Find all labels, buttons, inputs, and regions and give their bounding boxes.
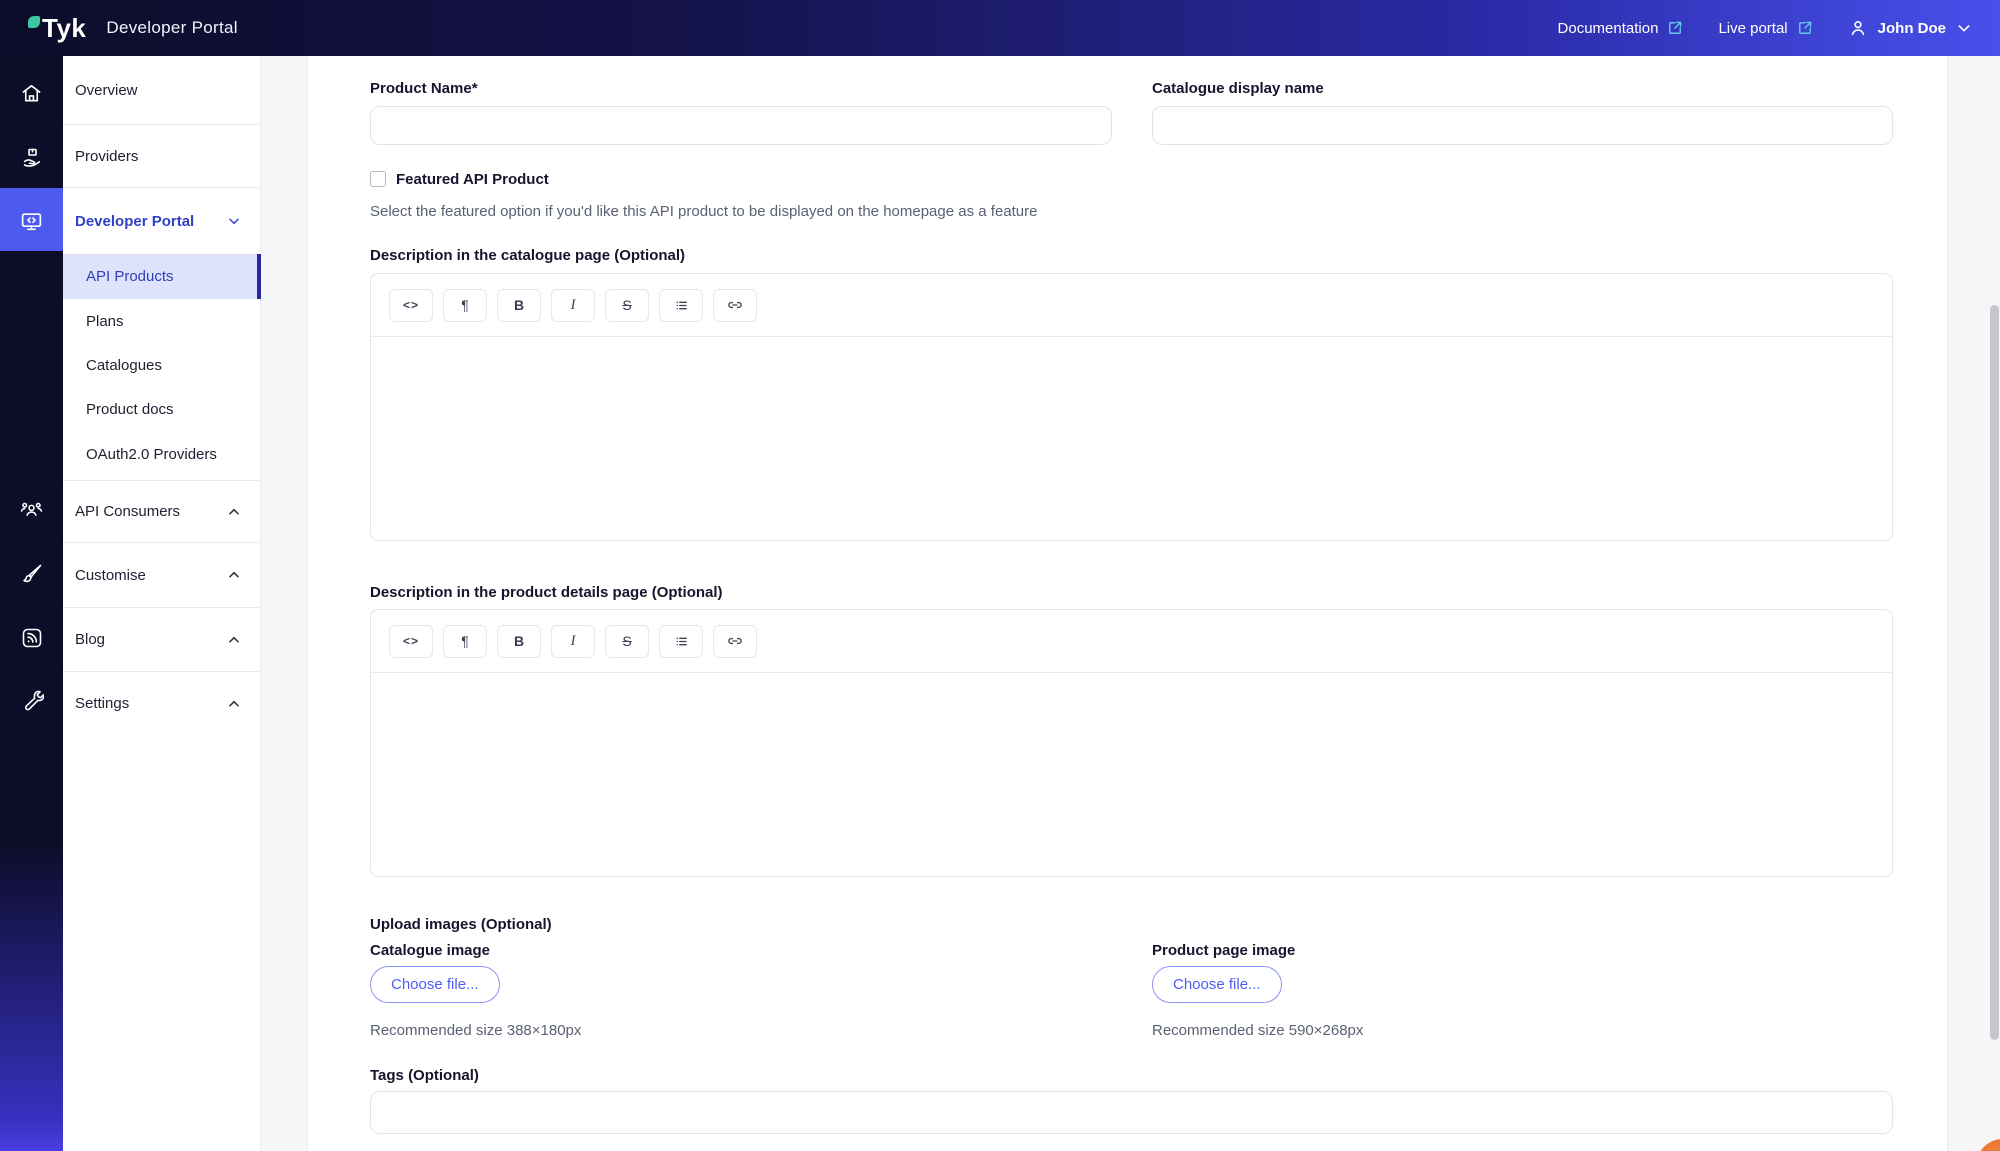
sidebar-item-blog[interactable]: Blog xyxy=(63,608,261,671)
strikethrough-icon[interactable]: S xyxy=(605,289,649,322)
paragraph-icon[interactable]: ¶ xyxy=(443,625,487,658)
sidebar-item-plans[interactable]: Plans xyxy=(63,299,261,344)
chevron-down-icon xyxy=(227,214,241,228)
sidebar-item-customise[interactable]: Customise xyxy=(63,543,261,607)
link-icon[interactable] xyxy=(713,289,757,322)
tags-label: Tags (Optional) xyxy=(370,1067,479,1084)
brand-name: Tyk xyxy=(42,13,86,44)
live-portal-link[interactable]: Live portal xyxy=(1718,19,1813,37)
code-icon[interactable]: <> xyxy=(389,625,433,658)
details-description-editor: <> ¶ B I S xyxy=(370,609,1893,877)
sidebar-item-api-products[interactable]: API Products xyxy=(63,254,261,299)
sidebar-item-overview[interactable]: Overview xyxy=(63,56,261,124)
product-page-image-label: Product page image xyxy=(1152,942,1295,959)
paragraph-icon[interactable]: ¶ xyxy=(443,289,487,322)
catalogue-image-hint: Recommended size 388×180px xyxy=(370,1022,581,1039)
live-portal-label: Live portal xyxy=(1718,20,1787,37)
sidebar-item-label: Blog xyxy=(75,631,105,648)
featured-help-text: Select the featured option if you'd like… xyxy=(370,203,1037,220)
sidebar-item-label: API Products xyxy=(86,268,174,285)
sidebar-item-label: Catalogues xyxy=(86,357,162,374)
upload-images-label: Upload images (Optional) xyxy=(370,916,552,933)
product-name-text: Developer Portal xyxy=(106,18,237,38)
product-image-hint: Recommended size 590×268px xyxy=(1152,1022,1363,1039)
featured-api-product-label: Featured API Product xyxy=(396,171,549,188)
sidebar-item-label: Settings xyxy=(75,695,129,712)
sidebar-item-label: Developer Portal xyxy=(75,213,194,230)
tyk-logo[interactable]: Tyk Developer Portal xyxy=(28,13,238,44)
italic-icon[interactable]: I xyxy=(551,625,595,658)
user-icon xyxy=(1848,18,1868,38)
description-catalogue-label: Description in the catalogue page (Optio… xyxy=(370,247,685,264)
sidebar-menu: Overview Providers Developer Portal API … xyxy=(63,56,261,1151)
sidebar-item-label: Customise xyxy=(75,567,146,584)
external-link-icon xyxy=(1796,19,1814,37)
bold-icon[interactable]: B xyxy=(497,625,541,658)
vertical-scrollbar-thumb[interactable] xyxy=(1990,305,1999,1040)
form-card: Product Name* Catalogue display name Fea… xyxy=(307,56,1948,1151)
link-icon[interactable] xyxy=(713,625,757,658)
sidebar-item-label: Product docs xyxy=(86,401,174,418)
description-details-label: Description in the product details page … xyxy=(370,584,723,601)
settings-icon[interactable] xyxy=(0,677,63,725)
documentation-link[interactable]: Documentation xyxy=(1558,19,1685,37)
topbar-right: Documentation Live portal John Doe xyxy=(1558,18,1972,38)
developer-portal-icon[interactable] xyxy=(0,197,63,245)
sidebar-item-label: Providers xyxy=(75,148,138,165)
sidebar-item-settings[interactable]: Settings xyxy=(63,672,261,735)
catalogue-image-label: Catalogue image xyxy=(370,942,490,959)
catalogue-display-name-label: Catalogue display name xyxy=(1152,80,1324,97)
app-root: Tyk Developer Portal Documentation Live … xyxy=(0,0,2000,1151)
catalogue-image-choose-file-button[interactable]: Choose file... xyxy=(370,966,500,1003)
user-name: John Doe xyxy=(1878,20,1946,37)
sidebar-item-label: Overview xyxy=(75,82,138,99)
catalogue-display-name-input[interactable] xyxy=(1152,106,1893,145)
product-name-input[interactable] xyxy=(370,106,1112,145)
providers-icon[interactable] xyxy=(0,134,63,182)
chevron-up-icon xyxy=(227,505,241,519)
italic-icon[interactable]: I xyxy=(551,289,595,322)
product-page-image-choose-file-button[interactable]: Choose file... xyxy=(1152,966,1282,1003)
sidebar-item-label: API Consumers xyxy=(75,503,180,520)
bullet-list-icon[interactable] xyxy=(659,625,703,658)
featured-api-product-checkbox[interactable] xyxy=(370,171,386,187)
bold-icon[interactable]: B xyxy=(497,289,541,322)
bullet-list-icon[interactable] xyxy=(659,289,703,322)
editor-toolbar: <> ¶ B I S xyxy=(371,274,1892,337)
home-icon[interactable] xyxy=(0,69,63,117)
blog-icon[interactable] xyxy=(0,614,63,662)
tags-input[interactable] xyxy=(370,1091,1893,1134)
details-description-textarea[interactable] xyxy=(371,673,1892,877)
chevron-up-icon xyxy=(227,568,241,582)
sidebar-item-oauth-providers[interactable]: OAuth2.0 Providers xyxy=(63,432,261,477)
chevron-up-icon xyxy=(227,633,241,647)
chevron-down-icon xyxy=(1956,20,1972,36)
sidebar-item-label: Plans xyxy=(86,313,124,330)
external-link-icon xyxy=(1666,19,1684,37)
sidebar-item-catalogues[interactable]: Catalogues xyxy=(63,344,261,387)
sidebar-item-product-docs[interactable]: Product docs xyxy=(63,387,261,432)
top-bar: Tyk Developer Portal Documentation Live … xyxy=(0,0,2000,56)
icon-rail xyxy=(0,56,63,1151)
product-name-label: Product Name* xyxy=(370,80,478,97)
chevron-up-icon xyxy=(227,697,241,711)
main-area: Product Name* Catalogue display name Fea… xyxy=(261,56,2000,1151)
code-icon[interactable]: <> xyxy=(389,289,433,322)
editor-toolbar: <> ¶ B I S xyxy=(371,610,1892,673)
strikethrough-icon[interactable]: S xyxy=(605,625,649,658)
customise-icon[interactable] xyxy=(0,550,63,598)
sidebar-item-developer-portal[interactable]: Developer Portal xyxy=(63,188,261,254)
catalogue-description-editor: <> ¶ B I S xyxy=(370,273,1893,541)
catalogue-description-textarea[interactable] xyxy=(371,337,1892,541)
sidebar-item-providers[interactable]: Providers xyxy=(63,125,261,187)
tyk-leaf-icon xyxy=(28,16,40,28)
sidebar-item-api-consumers[interactable]: API Consumers xyxy=(63,481,261,542)
api-consumers-icon[interactable] xyxy=(0,486,63,534)
sidebar-item-label: OAuth2.0 Providers xyxy=(86,446,217,463)
user-menu[interactable]: John Doe xyxy=(1848,18,1972,38)
documentation-label: Documentation xyxy=(1558,20,1659,37)
